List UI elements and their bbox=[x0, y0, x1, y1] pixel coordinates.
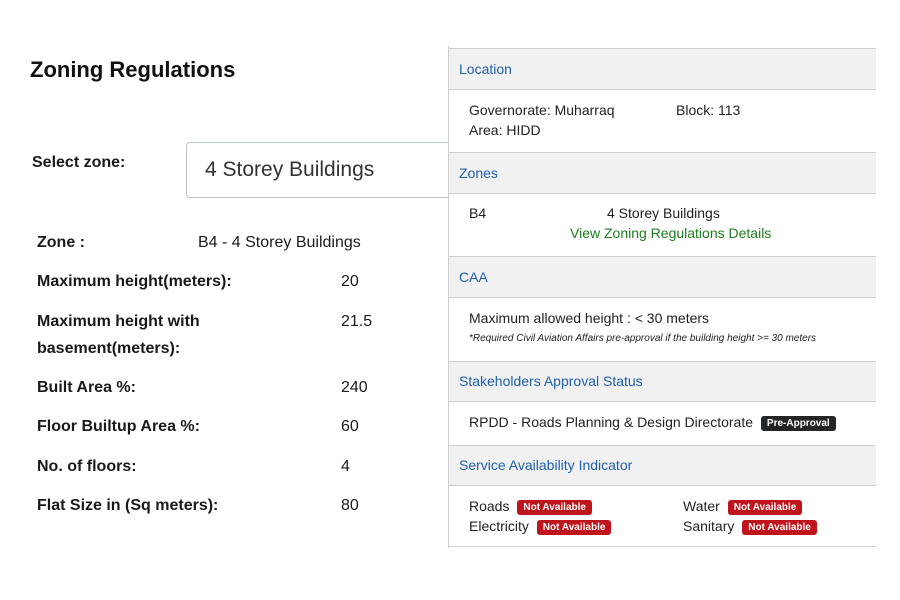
panel-bottom-divider bbox=[449, 546, 876, 547]
zone-label: Zone : bbox=[37, 234, 85, 251]
floors-value: 4 bbox=[341, 458, 350, 475]
stakeholder-name: RPDD - Roads Planning & Design Directora… bbox=[469, 414, 754, 430]
max-height-value: 20 bbox=[341, 273, 359, 290]
page-title: Zoning Regulations bbox=[30, 57, 236, 82]
service-water-label: Water bbox=[683, 498, 720, 514]
floor-builtup-area-label: Floor Builtup Area %: bbox=[37, 418, 200, 435]
location-area: Area: HIDD bbox=[469, 122, 541, 138]
location-governorate: Governorate: Muharraq bbox=[469, 102, 615, 118]
zones-code: B4 bbox=[469, 205, 487, 221]
location-header: Location bbox=[449, 48, 876, 90]
stakeholder-row: RPDD - Roads Planning & Design Directora… bbox=[469, 414, 836, 431]
service-sanitary-badge: Not Available bbox=[742, 520, 817, 535]
built-area-label: Built Area %: bbox=[37, 379, 136, 396]
flat-size-value: 80 bbox=[341, 497, 359, 514]
zone-select-value: 4 Storey Buildings bbox=[205, 158, 375, 181]
info-panel: Location Governorate: Muharraq Block: 11… bbox=[448, 46, 876, 548]
service-roads-label: Roads bbox=[469, 498, 510, 514]
service-electricity: Electricity Not Available bbox=[469, 518, 612, 535]
zones-title: Zones bbox=[459, 165, 498, 181]
service-water-badge: Not Available bbox=[727, 500, 803, 515]
caa-title: CAA bbox=[459, 269, 488, 285]
zones-name: 4 Storey Buildings bbox=[607, 205, 720, 221]
service-roads: Roads Not Available bbox=[469, 498, 592, 515]
caa-max-height: Maximum allowed height : < 30 meters bbox=[469, 310, 710, 326]
location-title: Location bbox=[459, 61, 512, 77]
service-water: Water Not Available bbox=[683, 498, 803, 515]
service-sanitary-label: Sanitary bbox=[683, 518, 735, 534]
zones-header: Zones bbox=[449, 152, 876, 194]
service-electricity-label: Electricity bbox=[469, 518, 529, 534]
service-sanitary: Sanitary Not Available bbox=[683, 518, 817, 535]
flat-size-label: Flat Size in (Sq meters): bbox=[37, 497, 219, 514]
floors-label: No. of floors: bbox=[37, 458, 137, 475]
service-electricity-badge: Not Available bbox=[536, 520, 612, 535]
service-roads-badge: Not Available bbox=[517, 500, 592, 515]
floor-builtup-area-value: 60 bbox=[341, 418, 359, 435]
built-area-value: 240 bbox=[341, 379, 368, 396]
services-title: Service Availability Indicator bbox=[459, 457, 633, 473]
zone-value: B4 - 4 Storey Buildings bbox=[198, 234, 361, 251]
caa-header: CAA bbox=[449, 256, 876, 298]
max-height-basement-label: Maximum height with basement(meters): bbox=[37, 308, 200, 362]
max-height-basement-label-line2: basement(meters): bbox=[37, 340, 181, 357]
pre-approval-badge: Pre-Approval bbox=[760, 416, 836, 431]
zone-select[interactable]: 4 Storey Buildings bbox=[186, 142, 486, 198]
services-header: Service Availability Indicator bbox=[449, 445, 876, 486]
stakeholders-title: Stakeholders Approval Status bbox=[459, 373, 643, 389]
location-block: Block: 113 bbox=[676, 102, 741, 118]
max-height-label: Maximum height(meters): bbox=[37, 273, 232, 290]
select-zone-label: Select zone: bbox=[32, 154, 126, 171]
view-zoning-details-link[interactable]: View Zoning Regulations Details bbox=[570, 225, 771, 241]
caa-note: *Required Civil Aviation Affairs pre-app… bbox=[469, 333, 817, 344]
max-height-basement-value: 21.5 bbox=[341, 313, 373, 330]
max-height-basement-label-line1: Maximum height with bbox=[37, 313, 200, 330]
stakeholders-header: Stakeholders Approval Status bbox=[449, 361, 876, 402]
